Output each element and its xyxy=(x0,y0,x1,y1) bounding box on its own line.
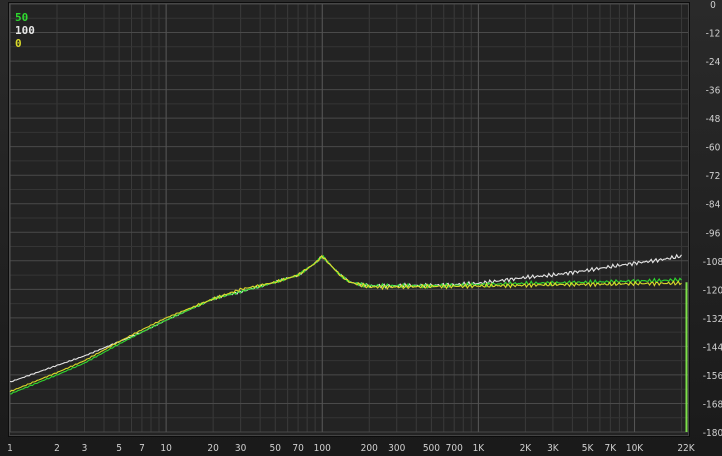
x-tick-label: 3K xyxy=(547,443,560,454)
y-tick-label: -108 xyxy=(703,257,722,268)
y-tick-label: -60 xyxy=(706,143,721,154)
series-line-50 xyxy=(9,255,682,395)
y-tick-label: -132 xyxy=(703,314,722,325)
legend-item-100: 100 xyxy=(15,24,35,37)
series-lines xyxy=(9,253,682,395)
x-tick-label: 7K xyxy=(605,443,618,454)
y-tick-label: -156 xyxy=(703,371,722,382)
spectrum-chart: 0 -12 -24 -36 -48 -60 -72 -84 -96 -108 -120 -132 -14… xyxy=(7,0,722,454)
legend: 50 100 0 xyxy=(15,11,35,50)
y-tick-label: -24 xyxy=(706,57,721,68)
spectrum-analyzer: 0 -12 -24 -36 -48 -60 -72 -84 -96 -108 -120 -132 -14… xyxy=(0,0,722,456)
x-tick-label: 10 xyxy=(160,443,172,454)
y-tick-label: -12 xyxy=(706,29,721,40)
x-tick-label: 2K xyxy=(520,443,533,454)
x-axis-ticks: 1 2 3 5 7 10 20 30 50 70 100 200 300 500 700 1K 2K 3K 5K 7K… xyxy=(7,443,696,454)
x-tick-label: 30 xyxy=(235,443,247,454)
x-tick-label: 50 xyxy=(270,443,282,454)
x-tick-label: 1 xyxy=(7,443,13,454)
y-tick-label: -180 xyxy=(703,428,722,439)
minor-grid xyxy=(9,4,688,432)
x-tick-label: 1K xyxy=(473,443,486,454)
x-tick-label: 700 xyxy=(446,443,463,454)
x-tick-label: 20 xyxy=(207,443,219,454)
x-tick-label: 5 xyxy=(116,443,122,454)
x-tick-label: 500 xyxy=(423,443,440,454)
legend-item-50: 50 xyxy=(15,11,29,24)
x-tick-label: 100 xyxy=(314,443,331,454)
y-tick-label: -36 xyxy=(706,86,721,97)
legend-item-0: 0 xyxy=(15,37,22,50)
x-tick-label: 2 xyxy=(54,443,60,454)
x-tick-label: 200 xyxy=(361,443,378,454)
y-tick-label: -72 xyxy=(706,171,721,182)
y-tick-label: -144 xyxy=(703,342,722,353)
y-tick-label: -96 xyxy=(706,228,721,239)
y-tick-label: -84 xyxy=(706,200,721,211)
x-tick-label: 5K xyxy=(582,443,595,454)
series-line-0 xyxy=(9,254,682,393)
y-tick-label: -120 xyxy=(703,285,722,296)
x-tick-label: 70 xyxy=(292,443,304,454)
x-tick-label: 10K xyxy=(626,443,644,454)
x-tick-label: 22K xyxy=(677,443,695,454)
y-tick-label: -168 xyxy=(703,399,722,410)
y-tick-label: -48 xyxy=(706,114,721,125)
y-axis-ticks: 0 -12 -24 -36 -48 -60 -72 -84 -96 -108 -120 -132 -14… xyxy=(703,0,722,439)
x-tick-label: 7 xyxy=(139,443,145,454)
x-tick-label: 3 xyxy=(82,443,88,454)
x-tick-label: 300 xyxy=(388,443,405,454)
y-tick-label: 0 xyxy=(710,0,716,11)
